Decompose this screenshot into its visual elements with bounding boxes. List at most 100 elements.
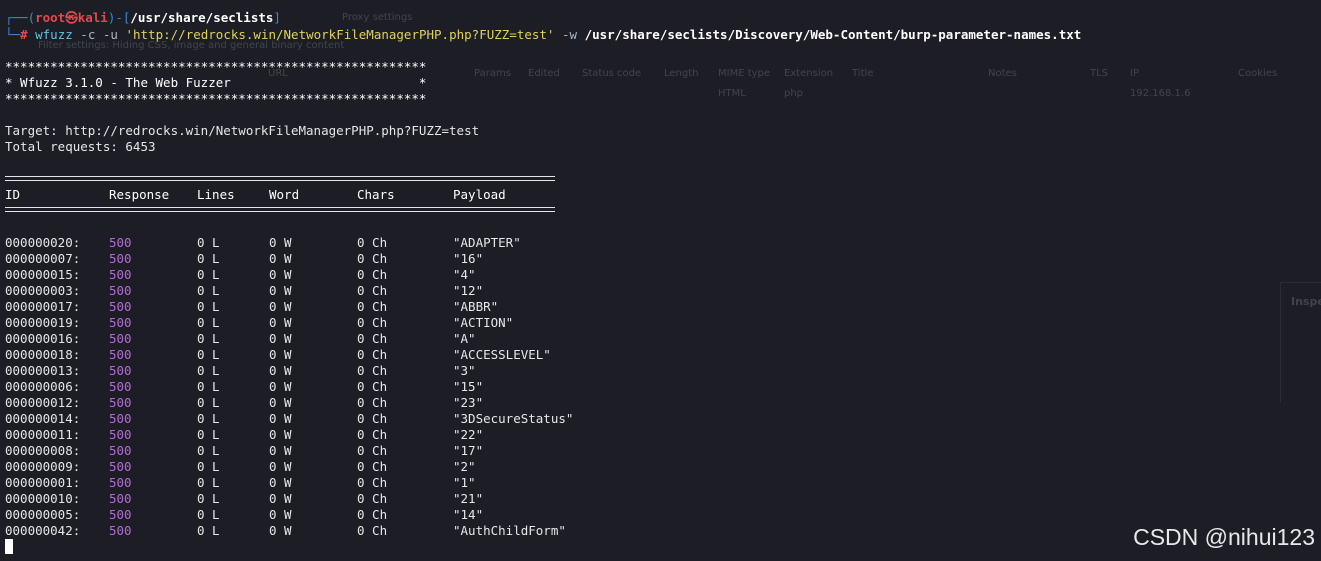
row-word: 0 W <box>269 443 292 458</box>
row-response: 500 <box>109 299 132 314</box>
row-payload: "14" <box>453 507 484 522</box>
table-row: 000000020: 500 0 L 0 W 0 Ch "ADAPTER" <box>0 235 700 251</box>
table-row: 000000012: 500 0 L 0 W 0 Ch "23" <box>0 395 700 411</box>
row-id: 000000020: <box>5 235 81 250</box>
prompt-corner-bottom: └─ <box>5 27 21 42</box>
banner-border-bottom: ****************************************… <box>5 91 427 106</box>
row-response: 500 <box>109 235 132 250</box>
table-row: 000000003: 500 0 L 0 W 0 Ch "12" <box>0 283 700 299</box>
row-chars: 0 Ch <box>357 315 388 330</box>
ghost-col-ip: IP <box>1130 68 1139 79</box>
row-chars: 0 Ch <box>357 491 388 506</box>
row-id: 000000001: <box>5 475 81 490</box>
row-id: 000000015: <box>5 267 81 282</box>
ghost-col-params: Params <box>474 68 511 79</box>
header-lines: Lines <box>197 187 235 202</box>
ghost-col-status: Status code <box>582 68 642 79</box>
row-id: 000000042: <box>5 523 81 538</box>
row-payload: "4" <box>453 267 476 282</box>
row-chars: 0 Ch <box>357 395 388 410</box>
table-row: 000000013: 500 0 L 0 W 0 Ch "3" <box>0 363 700 379</box>
command-flag-u: -u <box>102 27 118 42</box>
row-lines: 0 L <box>197 347 220 362</box>
watermark: CSDN @nihui123 <box>1133 524 1315 550</box>
row-response: 500 <box>109 379 132 394</box>
row-payload: "ACCESSLEVEL" <box>453 347 551 362</box>
row-lines: 0 L <box>197 283 220 298</box>
total-requests-line: Total requests: 6453 <box>5 139 156 154</box>
row-id: 000000017: <box>5 299 81 314</box>
row-id: 000000006: <box>5 379 81 394</box>
row-id: 000000012: <box>5 395 81 410</box>
row-chars: 0 Ch <box>357 267 388 282</box>
row-word: 0 W <box>269 459 292 474</box>
row-chars: 0 Ch <box>357 379 388 394</box>
table-row: 000000018: 500 0 L 0 W 0 Ch "ACCESSLEVEL" <box>0 347 700 363</box>
table-row: 000000014: 500 0 L 0 W 0 Ch "3DSecureStatus" <box>0 411 700 427</box>
row-id: 000000005: <box>5 507 81 522</box>
row-lines: 0 L <box>197 379 220 394</box>
table-row: 000000008: 500 0 L 0 W 0 Ch "17" <box>0 443 700 459</box>
table-row: 000000009: 500 0 L 0 W 0 Ch "2" <box>0 459 700 475</box>
ghost-col-edited: Edited <box>528 68 560 79</box>
ghost-col-length: Length <box>664 68 699 79</box>
row-chars: 0 Ch <box>357 523 388 538</box>
row-lines: 0 L <box>197 507 220 522</box>
row-chars: 0 Ch <box>357 363 388 378</box>
row-word: 0 W <box>269 251 292 266</box>
row-id: 000000016: <box>5 331 81 346</box>
ghost-col-cookies: Cookies <box>1238 68 1278 79</box>
row-lines: 0 L <box>197 427 220 442</box>
row-payload: "15" <box>453 379 484 394</box>
header-word: Word <box>269 187 300 202</box>
row-id: 000000013: <box>5 363 81 378</box>
prompt-hash: # <box>20 27 28 42</box>
ghost-inspector-title: Inspe <box>1291 295 1321 308</box>
table-row: 000000005: 500 0 L 0 W 0 Ch "14" <box>0 507 700 523</box>
row-word: 0 W <box>269 379 292 394</box>
row-response: 500 <box>109 395 132 410</box>
row-payload: "A" <box>453 331 476 346</box>
row-word: 0 W <box>269 411 292 426</box>
ghost-proxy-settings: Proxy settings <box>342 12 413 23</box>
row-lines: 0 L <box>197 411 220 426</box>
table-row: 000000042: 500 0 L 0 W 0 Ch "AuthChildForm" <box>0 523 700 539</box>
prompt-path: /usr/share/seclists <box>130 10 274 25</box>
row-response: 500 <box>109 331 132 346</box>
prompt-end: ] <box>273 10 281 25</box>
row-word: 0 W <box>269 235 292 250</box>
row-chars: 0 Ch <box>357 427 388 442</box>
row-word: 0 W <box>269 395 292 410</box>
row-lines: 0 L <box>197 267 220 282</box>
row-response: 500 <box>109 267 132 282</box>
row-chars: 0 Ch <box>357 251 388 266</box>
header-id: ID <box>5 187 21 202</box>
row-word: 0 W <box>269 363 292 378</box>
row-response: 500 <box>109 283 132 298</box>
row-payload: "ADAPTER" <box>453 235 521 250</box>
row-word: 0 W <box>269 523 292 538</box>
table-row: 000000017: 500 0 L 0 W 0 Ch "ABBR" <box>0 299 700 315</box>
row-response: 500 <box>109 427 132 442</box>
row-lines: 0 L <box>197 235 220 250</box>
row-chars: 0 Ch <box>357 283 388 298</box>
row-response: 500 <box>109 251 132 266</box>
command-line[interactable]: └─# wfuzz -c -u 'http://redrocks.win/Net… <box>5 27 1081 43</box>
row-word: 0 W <box>269 507 292 522</box>
row-payload: "21" <box>453 491 484 506</box>
row-response: 500 <box>109 459 132 474</box>
table-row: 000000006: 500 0 L 0 W 0 Ch "15" <box>0 379 700 395</box>
terminal-window[interactable]: Proxy settings Filter settings: Hiding C… <box>0 0 1321 561</box>
row-payload: "ABBR" <box>453 299 499 314</box>
row-id: 000000009: <box>5 459 81 474</box>
row-payload: "3" <box>453 363 476 378</box>
row-chars: 0 Ch <box>357 331 388 346</box>
row-response: 500 <box>109 491 132 506</box>
row-chars: 0 Ch <box>357 347 388 362</box>
row-response: 500 <box>109 411 132 426</box>
ghost-col-extension: Extension <box>784 68 834 79</box>
command-flag-w: -w <box>561 27 578 42</box>
prompt-corner-top: ┌──( <box>5 10 36 25</box>
header-rule-bottom <box>5 207 555 212</box>
row-word: 0 W <box>269 267 292 282</box>
